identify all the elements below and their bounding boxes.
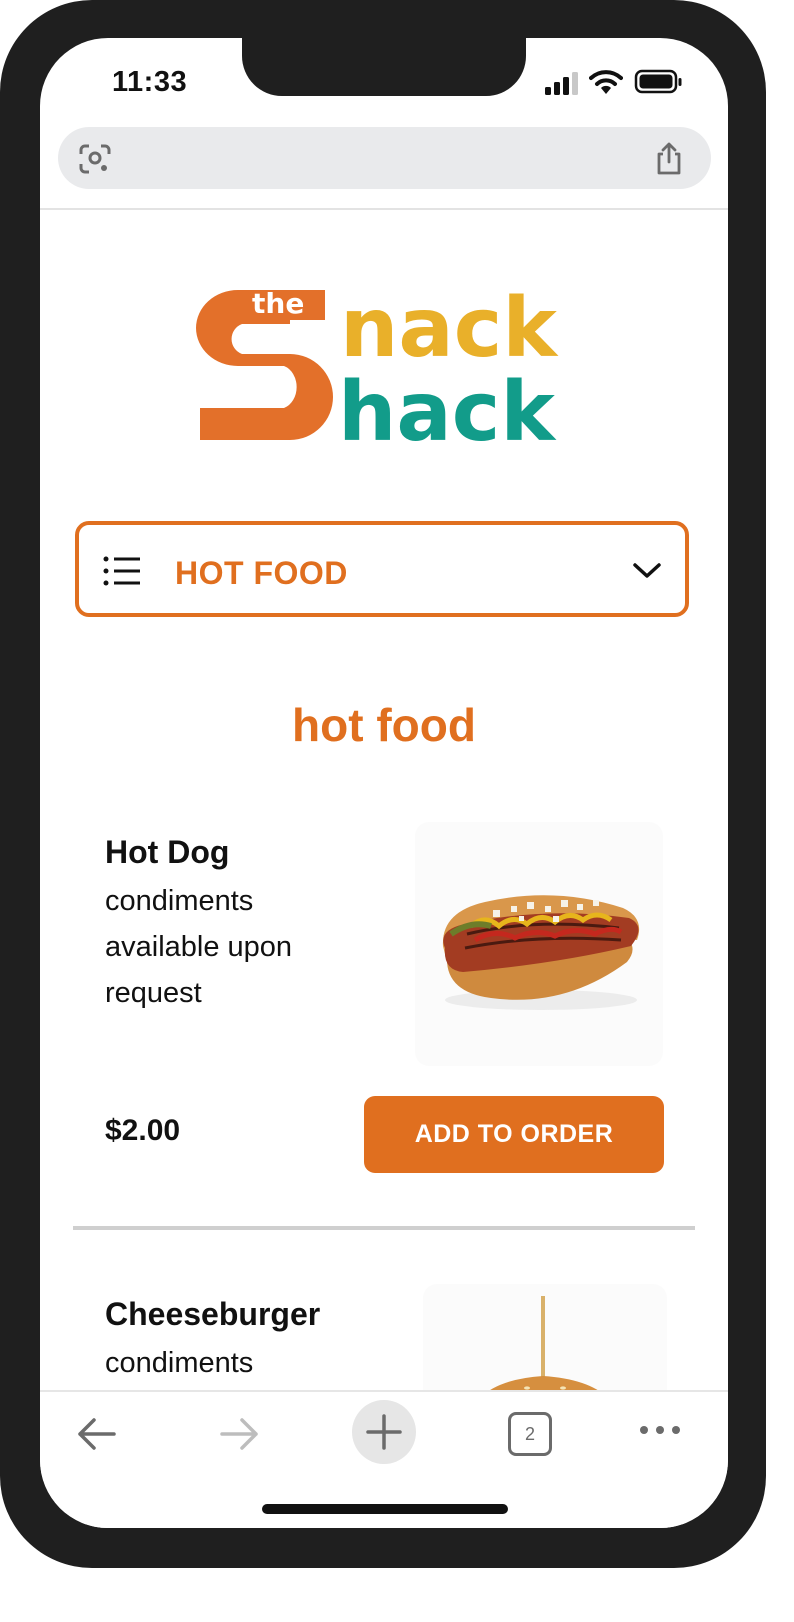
status-time: 11:33 xyxy=(112,66,188,98)
item-description: condiments xyxy=(105,1347,254,1379)
item-name: Hot Dog xyxy=(105,834,230,870)
dropdown-selected-label: HOT FOOD xyxy=(175,555,348,591)
back-arrow-icon[interactable] xyxy=(74,1414,118,1454)
tab-switcher-button[interactable]: 2 xyxy=(508,1412,552,1456)
battery-icon xyxy=(634,69,682,94)
home-indicator xyxy=(262,1504,508,1514)
cellular-signal-icon xyxy=(545,72,578,95)
item-name: Cheeseburger xyxy=(105,1296,321,1332)
logo-word-the: the xyxy=(252,287,304,320)
hot-dog-image xyxy=(415,822,663,1066)
lens-search-icon[interactable] xyxy=(78,143,112,175)
new-tab-button[interactable] xyxy=(352,1400,416,1464)
more-menu-icon[interactable] xyxy=(638,1422,682,1438)
logo-word-hack: hack xyxy=(338,365,557,447)
item-description: condiments available upon request xyxy=(105,885,293,1009)
share-icon[interactable] xyxy=(654,140,684,176)
item-divider xyxy=(73,1226,695,1230)
address-bar-divider xyxy=(40,208,728,210)
wifi-icon xyxy=(589,70,623,94)
add-to-order-button[interactable]: ADD TO ORDER xyxy=(364,1096,664,1173)
forward-arrow-icon[interactable] xyxy=(218,1414,262,1454)
notch xyxy=(242,38,526,96)
logo-word-nack: nack xyxy=(340,282,559,376)
section-title: hot food xyxy=(292,699,476,751)
item-price: $2.00 xyxy=(105,1114,181,1147)
chevron-down-icon xyxy=(633,563,661,578)
list-icon xyxy=(103,556,140,586)
snack-shack-logo: the nack hack xyxy=(190,281,580,460)
category-dropdown[interactable]: HOT FOOD xyxy=(75,521,689,617)
plus-icon xyxy=(366,1414,402,1450)
address-bar[interactable] xyxy=(58,127,711,189)
phone-screen: 11:33 the nack hack HOT FOOD hot food Ho… xyxy=(40,38,728,1528)
